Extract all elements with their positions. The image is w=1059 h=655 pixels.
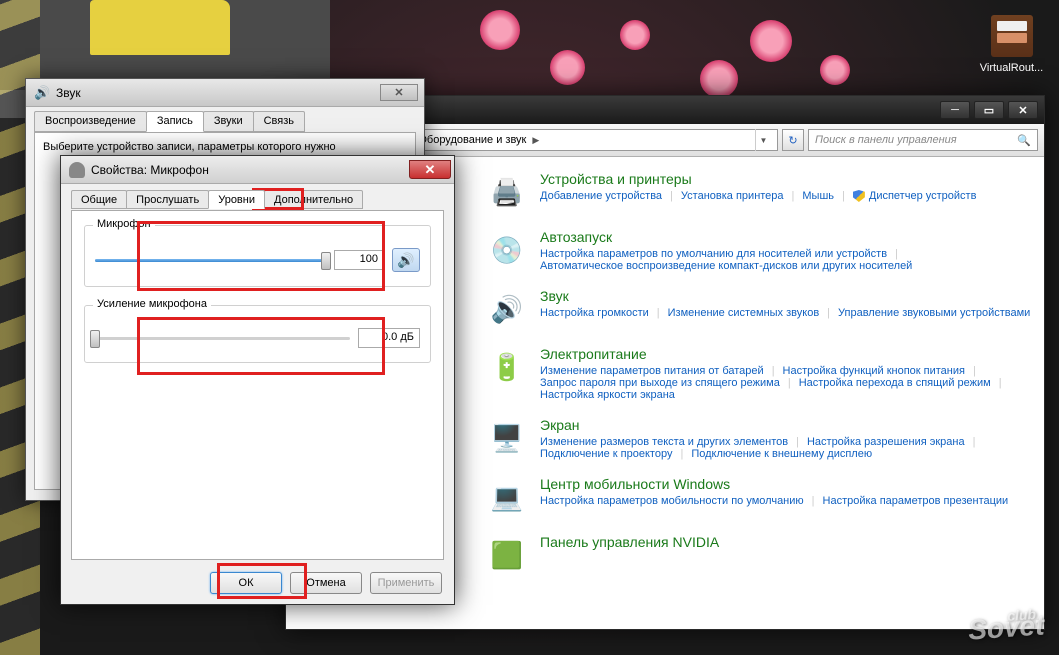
cp-link[interactable]: Автоматическое воспроизведение компакт-д… (540, 260, 912, 272)
close-button[interactable]: ✕ (1008, 101, 1038, 119)
ok-button[interactable]: ОК (210, 572, 282, 594)
speaker-icon: 🔊 (34, 85, 50, 101)
cp-link[interactable]: Изменение системных звуков (668, 307, 820, 319)
microphone-boost-group: Усиление микрофона 0.0 дБ (84, 305, 431, 363)
cp-category: 🔊ЗвукНастройка громкости|Изменение систе… (486, 288, 1034, 330)
cp-category: 🖥️ Экран Изменение размеров текста и други… (486, 417, 1034, 460)
cp-link[interactable]: Подключение к внешнему дисплею (691, 448, 872, 460)
microphone-volume-label: Микрофон (93, 218, 155, 230)
breadcrumb-dropdown[interactable]: ▼ (755, 129, 771, 151)
cp-link[interactable]: Диспетчер устройств (853, 190, 977, 202)
sound-tab-2[interactable]: Звуки (203, 111, 254, 132)
desktop-icon-label: VirtualRout... (980, 62, 1043, 74)
cp-link[interactable]: Запрос пароля при выходе из спящего режи… (540, 377, 780, 389)
cp-link[interactable]: Настройка громкости (540, 307, 649, 319)
cp-link[interactable]: Настройка параметров презентации (823, 495, 1009, 507)
cp-link[interactable]: Изменение размеров текста и других элеме… (540, 436, 788, 448)
breadcrumb-part: Оборудование и звук (418, 134, 526, 146)
category-icon: 💿 (486, 229, 528, 271)
category-icon: 🖥️ (486, 417, 528, 459)
search-input[interactable]: Поиск в панели управления 🔍 (808, 129, 1038, 151)
category-title[interactable]: Экран (540, 417, 1034, 433)
cp-link[interactable]: Изменение параметров питания от батарей (540, 365, 764, 377)
cp-link[interactable]: Настройка параметров мобильности по умол… (540, 495, 804, 507)
shield-icon (853, 190, 865, 202)
mic-tabs: ОбщиеПрослушатьУровниДополнительно (61, 184, 454, 209)
cp-link[interactable]: Установка принтера (681, 190, 784, 202)
microphone-icon (69, 162, 85, 178)
search-placeholder: Поиск в панели управления (815, 134, 957, 146)
cp-link[interactable]: Настройка функций кнопок питания (783, 365, 965, 377)
category-title[interactable]: Панель управления NVIDIA (540, 534, 719, 550)
microphone-boost-label: Усиление микрофона (93, 298, 211, 310)
microphone-boost-slider[interactable] (95, 328, 350, 348)
category-title[interactable]: Звук (540, 288, 1030, 304)
refresh-button[interactable]: ↻ (782, 129, 804, 151)
category-title[interactable]: Электропитание (540, 346, 1034, 362)
sound-instruction: Выберите устройство записи, параметры ко… (43, 141, 336, 153)
category-title[interactable]: Устройства и принтеры (540, 171, 976, 187)
cp-link[interactable]: Подключение к проектору (540, 448, 672, 460)
category-title[interactable]: Автозапуск (540, 229, 1034, 245)
sound-tab-1[interactable]: Запись (146, 111, 204, 132)
minimize-button[interactable]: ─ (940, 101, 970, 119)
mute-button[interactable]: 🔊 (392, 248, 420, 272)
sound-tabs: ВоспроизведениеЗаписьЗвукиСвязь (26, 107, 424, 132)
sound-window-title: Звук (56, 86, 81, 100)
category-icon: 🔋 (486, 346, 528, 388)
apply-button[interactable]: Применить (370, 572, 442, 594)
sound-titlebar[interactable]: 🔊 Звук ✕ (26, 79, 424, 107)
cp-category: 🖨️ Устройства и принтеры Добавление устрой… (486, 171, 1034, 213)
dialog-buttons: ОК Отмена Применить (210, 572, 442, 594)
microphone-volume-value[interactable]: 100 (334, 250, 384, 270)
mic-tab-1[interactable]: Прослушать (126, 190, 209, 209)
chevron-right-icon: ▶ (532, 135, 539, 146)
speaker-icon: 🔊 (397, 252, 414, 269)
category-icon: 🟩 (486, 534, 528, 576)
cp-category: 💿 Автозапуск Настройка параметров по умолч… (486, 229, 1034, 272)
cp-link[interactable]: Настройка яркости экрана (540, 389, 675, 401)
category-title[interactable]: Центр мобильности Windows (540, 476, 1008, 492)
cancel-button[interactable]: Отмена (290, 572, 362, 594)
desktop-shortcut-virtualrouter[interactable]: VirtualRout... (974, 15, 1049, 74)
mic-tab-2[interactable]: Уровни (208, 190, 265, 209)
close-button[interactable]: ✕ (380, 84, 418, 101)
cp-category: 🟩 Панель управления NVIDIA (486, 534, 1034, 576)
category-icon: 💻 (486, 476, 528, 518)
category-icon: 🖨️ (486, 171, 528, 213)
cp-link[interactable]: Настройка разрешения экрана (807, 436, 965, 448)
cp-link[interactable]: Добавление устройства (540, 190, 662, 202)
cp-category: 💻 Центр мобильности Windows Настройка пара… (486, 476, 1034, 518)
cp-link[interactable]: Управление звуковыми устройствами (838, 307, 1030, 319)
cp-link[interactable]: Настройка перехода в спящий режим (799, 377, 991, 389)
category-icon: 🔊 (486, 288, 528, 330)
mic-tab-3[interactable]: Дополнительно (264, 190, 363, 209)
winrar-icon (991, 15, 1033, 57)
mic-tab-0[interactable]: Общие (71, 190, 127, 209)
close-button[interactable]: ✕ (409, 160, 451, 179)
sound-tab-0[interactable]: Воспроизведение (34, 111, 147, 132)
maximize-button[interactable]: ▭ (974, 101, 1004, 119)
sound-tab-3[interactable]: Связь (253, 111, 305, 132)
cp-link[interactable]: Мышь (802, 190, 834, 202)
watermark: club Sovet (967, 605, 1046, 647)
microphone-volume-group: Микрофон 100 🔊 (84, 225, 431, 287)
cp-category: 🔋 Электропитание Изменение параметров пита… (486, 346, 1034, 401)
mic-levels-panel: Микрофон 100 🔊 Усиление микрофона 0.0 (71, 210, 444, 560)
microphone-volume-slider[interactable] (95, 250, 326, 270)
mic-titlebar[interactable]: Свойства: Микрофон ✕ (61, 156, 454, 184)
microphone-boost-value[interactable]: 0.0 дБ (358, 328, 420, 348)
mic-properties-window: Свойства: Микрофон ✕ ОбщиеПрослушатьУров… (60, 155, 455, 605)
cp-link[interactable]: Настройка параметров по умолчанию для но… (540, 248, 887, 260)
mic-window-title: Свойства: Микрофон (91, 163, 209, 177)
search-icon: 🔍 (1017, 134, 1031, 147)
